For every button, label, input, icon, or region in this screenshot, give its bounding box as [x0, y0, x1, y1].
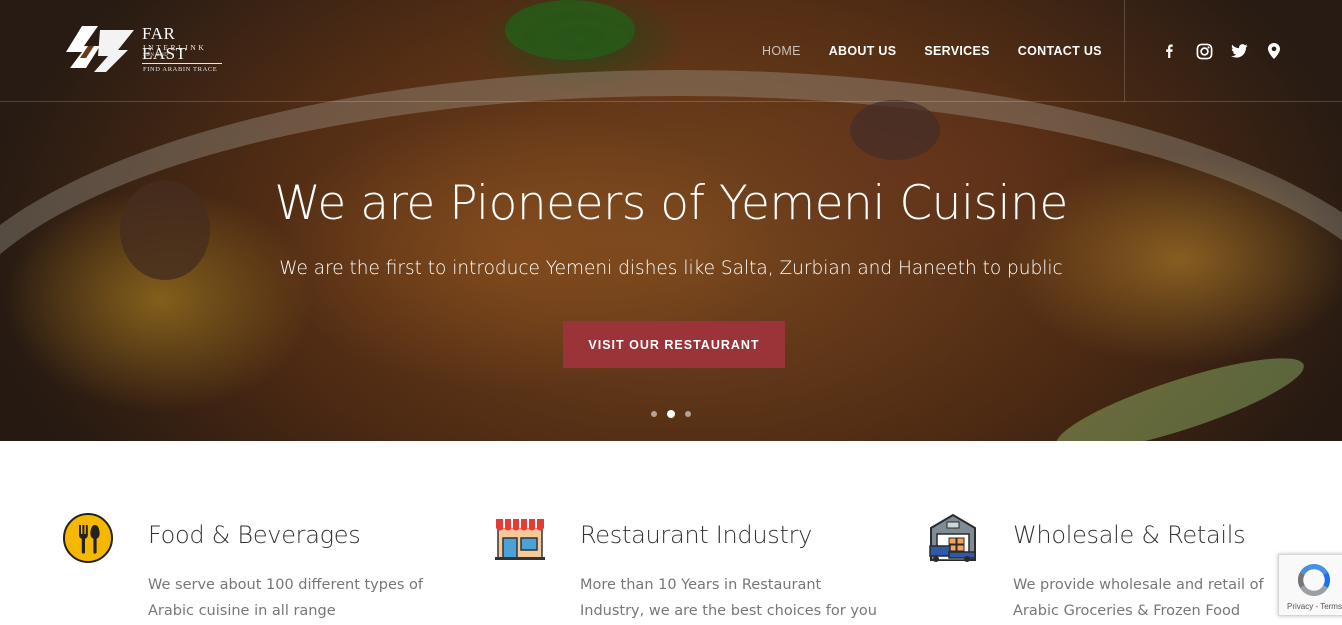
feature-description: More than 10 Years in Restaurant Industr… [580, 577, 877, 619]
nav-item-services[interactable]: SERVICES [924, 44, 989, 58]
feature-title: Wholesale & Retails [1013, 521, 1246, 549]
hero-title: We are Pioneers of Yemeni Cuisine [274, 176, 1068, 231]
slider-dot[interactable] [651, 411, 657, 417]
feature-title: Restaurant Industry [580, 521, 813, 549]
main-nav: HOME ABOUT US SERVICES CONTACT US [762, 44, 1130, 58]
hero-food-detail [850, 100, 940, 160]
hero-slider: FAR EAST INTERLINK SDN BHD FIND ARABIN T… [0, 0, 1342, 441]
utensils-icon [63, 513, 113, 563]
feature-description: We serve about 100 different types of Ar… [148, 577, 424, 619]
visit-restaurant-button[interactable]: VISIT OUR RESTAURANT [563, 321, 785, 368]
location-pin-icon[interactable] [1265, 42, 1283, 60]
feature-title: Food & Beverages [148, 521, 361, 549]
social-links [1160, 42, 1300, 60]
logo-subname: INTERLINK [143, 43, 207, 52]
feature-restaurant-industry: Restaurant Industry More than 10 Years i… [494, 512, 894, 625]
nav-item-home[interactable]: HOME [762, 44, 801, 58]
hero-subtitle: We are the first to introduce Yemeni dis… [279, 258, 1063, 279]
recaptcha-icon [1297, 563, 1331, 597]
logo-tagline: FIND ARABIN TRACE [143, 66, 218, 73]
recaptcha-links[interactable]: Privacy - Terms [1287, 602, 1342, 611]
warehouse-truck-icon [929, 513, 976, 562]
slider-pagination [651, 410, 701, 418]
nav-item-about-us[interactable]: ABOUT US [829, 44, 897, 58]
logo-divider [142, 63, 222, 64]
instagram-icon[interactable] [1195, 42, 1213, 60]
feature-food-beverages: Food & Beverages We serve about 100 diff… [62, 512, 462, 625]
logo-mark-icon [66, 26, 134, 72]
facebook-icon[interactable] [1160, 42, 1178, 60]
recaptcha-badge[interactable]: Privacy - Terms [1278, 554, 1342, 616]
logo-sdn: SDN BHD [143, 53, 169, 58]
nav-item-contact-us[interactable]: CONTACT US [1018, 44, 1102, 58]
twitter-icon[interactable] [1230, 42, 1248, 60]
storefront-icon [495, 517, 545, 560]
site-logo[interactable]: FAR EAST INTERLINK SDN BHD FIND ARABIN T… [64, 24, 224, 76]
feature-description: We provide wholesale and retail of Arabi… [1013, 577, 1264, 619]
slider-dot-active[interactable] [667, 410, 675, 418]
slider-dot[interactable] [685, 411, 691, 417]
feature-wholesale-retails: Wholesale & Retails We provide wholesale… [927, 512, 1327, 625]
